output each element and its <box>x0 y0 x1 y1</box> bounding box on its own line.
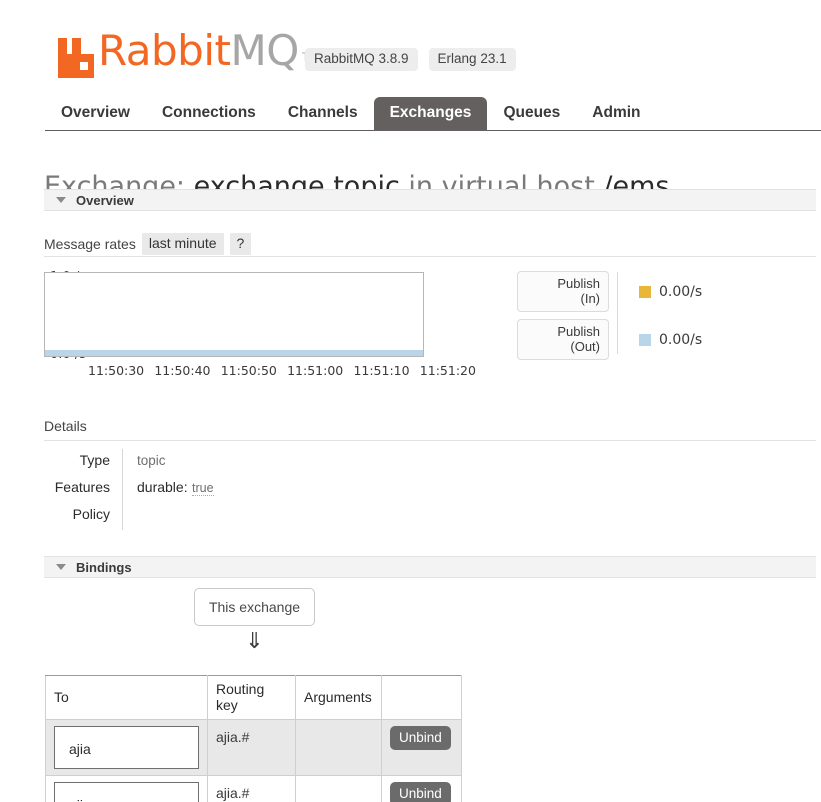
binding-routing-key-cell: ajia.# <box>207 775 296 802</box>
details-key-type: Type <box>79 452 110 468</box>
table-row: ajia.user ajia.# Unbind <box>45 775 462 802</box>
bindings-table: To Routing key Arguments ajia ajia.# Unb… <box>45 675 462 802</box>
binding-to-cell: ajia.user <box>45 775 208 802</box>
nav-tab-channels[interactable]: Channels <box>272 97 374 131</box>
bindings-col-to[interactable]: To <box>45 675 208 720</box>
details-divider <box>44 440 816 441</box>
section-label-bindings: Bindings <box>76 559 132 575</box>
legend-value-publish-out: 0.00/s <box>639 332 702 348</box>
legend-button-publish-in-line2: (In) <box>580 291 601 306</box>
legend-swatch-publish-out <box>639 333 651 346</box>
section-header-bindings[interactable]: Bindings <box>44 556 816 578</box>
binding-routing-key-value: ajia.# <box>216 785 250 801</box>
details-row-features: Features durable: true <box>44 476 422 503</box>
legend-button-publish-in[interactable]: Publish (In) <box>517 271 609 312</box>
collapse-triangle-icon <box>56 564 66 570</box>
rabbitmq-logo[interactable]: RabbitMQTM <box>58 28 319 81</box>
binding-to-value-ajia-user[interactable]: ajia.user <box>54 782 199 802</box>
details-value-type-cell: topic <box>122 449 422 476</box>
version-badges: RabbitMQ 3.8.9 Erlang 23.1 <box>305 48 516 71</box>
rates-divider <box>44 256 816 257</box>
details-feature-value-durable: true <box>192 481 214 496</box>
legend-button-publish-out[interactable]: Publish (Out) <box>517 319 609 360</box>
binding-arguments-cell <box>295 719 382 776</box>
bindings-table-header-row: To Routing key Arguments <box>45 675 462 720</box>
bindings-col-actions <box>381 675 462 720</box>
chart-x-tick-3: 11:51:00 <box>287 363 344 378</box>
binding-action-cell: Unbind <box>381 775 462 802</box>
details-row-policy: Policy <box>44 503 422 530</box>
section-header-overview[interactable]: Overview <box>44 189 816 211</box>
details-key-policy: Policy <box>72 506 110 522</box>
details-table: Type topic Features durable: true Policy <box>44 449 422 530</box>
binding-to-value-ajia[interactable]: ajia <box>54 726 199 769</box>
logo-text-mq: MQ <box>230 26 299 75</box>
binding-routing-key-cell: ajia.# <box>207 719 296 776</box>
legend-value-publish-in: 0.00/s <box>639 284 702 300</box>
details-title: Details <box>44 418 87 434</box>
legend-row-publish-in: Publish (In) 0.00/s <box>517 271 702 312</box>
chart-x-axis-labels: 11:50:30 11:50:40 11:50:50 11:51:00 11:5… <box>88 363 476 378</box>
legend-row-publish-out: Publish (Out) 0.00/s <box>517 319 702 360</box>
main-navigation: Overview Connections Channels Exchanges … <box>45 96 821 131</box>
rates-period-button[interactable]: last minute <box>141 233 224 255</box>
chart-x-tick-0: 11:50:30 <box>88 363 145 378</box>
collapse-triangle-icon <box>56 197 66 203</box>
details-feature-key-durable: durable: <box>137 479 188 495</box>
nav-tab-connections[interactable]: Connections <box>146 97 272 131</box>
details-row-type: Type topic <box>44 449 422 476</box>
legend-rate-publish-out: 0.00/s <box>659 331 703 348</box>
chart-x-tick-2: 11:50:50 <box>220 363 277 378</box>
details-value-features-cell: durable: true <box>122 476 422 503</box>
details-key-features: Features <box>54 479 110 495</box>
rabbitmq-wordmark: RabbitMQTM <box>98 30 319 81</box>
binding-arguments-value <box>304 726 373 729</box>
binding-arguments-cell <box>295 775 382 802</box>
bindings-col-arguments[interactable]: Arguments <box>295 675 382 720</box>
unbind-button[interactable]: Unbind <box>390 726 451 750</box>
binding-action-cell: Unbind <box>381 719 462 776</box>
rabbitmq-logo-icon <box>58 38 94 78</box>
message-rates-chart <box>44 272 424 357</box>
table-row: ajia ajia.# Unbind <box>45 719 462 776</box>
legend-rate-publish-in: 0.00/s <box>659 283 703 300</box>
rates-help-button[interactable]: ? <box>229 233 252 255</box>
details-value-type: topic <box>137 453 166 468</box>
nav-tab-queues[interactable]: Queues <box>487 97 576 131</box>
rabbitmq-management-page: RabbitMQTM RabbitMQ 3.8.9 Erlang 23.1 Ov… <box>0 0 821 802</box>
nav-tab-overview[interactable]: Overview <box>45 97 146 131</box>
bindings-col-routing-key[interactable]: Routing key <box>207 675 296 720</box>
unbind-button[interactable]: Unbind <box>390 782 451 802</box>
details-value-policy-cell <box>122 503 422 530</box>
legend-button-publish-out-line2: (Out) <box>570 339 600 354</box>
chart-x-tick-5: 11:51:20 <box>419 363 476 378</box>
binding-arguments-value <box>304 782 373 785</box>
binding-to-cell: ajia <box>45 719 208 776</box>
message-rates-controls: Message rates last minute ? <box>44 233 252 255</box>
logo-text-rabbit: Rabbit <box>98 26 231 75</box>
badge-erlang-version: Erlang 23.1 <box>428 48 516 71</box>
this-exchange-box[interactable]: This exchange <box>194 588 315 626</box>
binding-routing-key-value: ajia.# <box>216 729 250 745</box>
nav-tab-exchanges[interactable]: Exchanges <box>373 97 488 131</box>
badge-rabbitmq-version: RabbitMQ 3.8.9 <box>305 48 418 71</box>
legend-swatch-publish-in <box>639 285 651 298</box>
message-rates-label: Message rates <box>44 236 136 252</box>
page-header: RabbitMQTM RabbitMQ 3.8.9 Erlang 23.1 <box>0 0 821 92</box>
section-label-overview: Overview <box>76 192 134 208</box>
chart-series-publish-out-line <box>45 350 423 356</box>
this-exchange-label: This exchange <box>208 599 301 615</box>
nav-tab-admin[interactable]: Admin <box>576 97 656 131</box>
chart-x-tick-4: 11:51:10 <box>353 363 410 378</box>
legend-button-publish-in-line1: Publish <box>557 276 600 291</box>
chart-x-tick-1: 11:50:40 <box>154 363 211 378</box>
chart-legend: Publish (In) 0.00/s Publish (Out) 0.00/s <box>517 271 702 367</box>
legend-button-publish-out-line1: Publish <box>557 324 600 339</box>
bindings-down-arrow-icon: ⇓ <box>245 629 264 654</box>
